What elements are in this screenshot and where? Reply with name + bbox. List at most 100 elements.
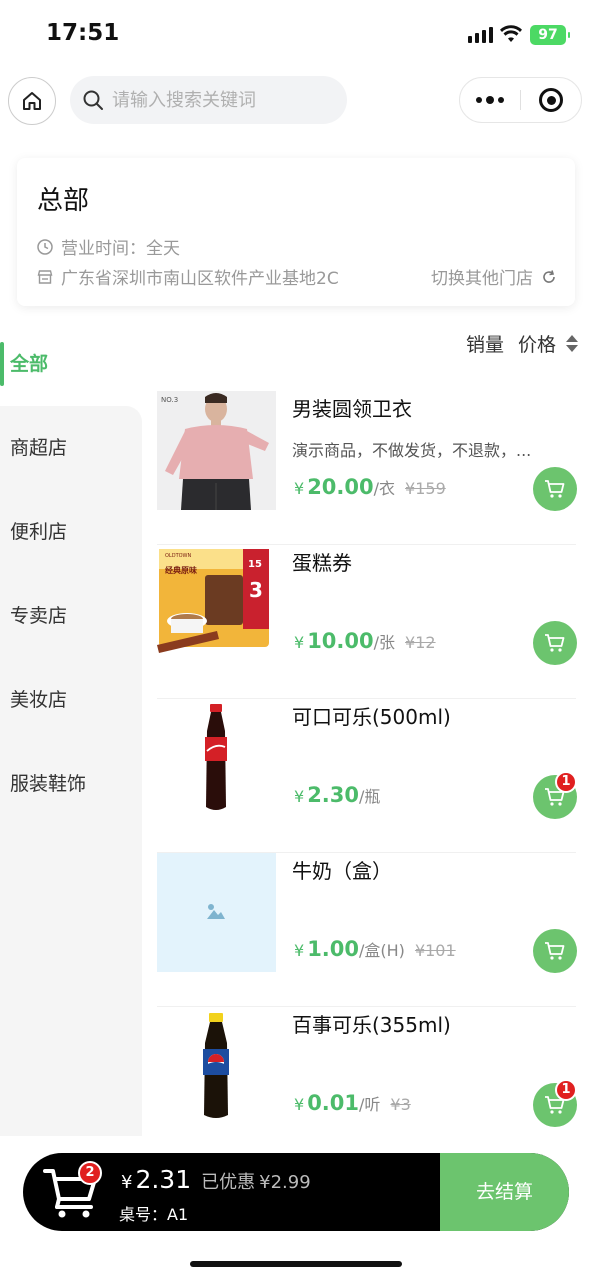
product-description: 演示商品，不做发货，不退款，... (292, 441, 532, 460)
currency-symbol: ¥ (294, 479, 305, 498)
add-to-cart-button[interactable] (533, 929, 577, 973)
store-icon (37, 269, 53, 284)
product-price: 1.00 (307, 937, 360, 961)
sort-arrows-icon[interactable] (566, 335, 578, 352)
store-hours-row: 营业时间：全天 (37, 234, 180, 259)
product-name: 可口可乐(500ml) (292, 705, 451, 729)
switch-store-label: 切换其他门店 (431, 269, 533, 289)
currency-symbol: ¥ (294, 633, 305, 652)
currency-symbol: ¥ (294, 787, 305, 806)
product-price-row: ¥ 10.00 /张 ¥12 (294, 629, 436, 653)
product-image-pepsi[interactable] (157, 1007, 276, 1126)
search-input[interactable] (112, 89, 332, 111)
top-nav (0, 72, 592, 128)
product-name: 男装圆领卫衣 (292, 397, 412, 421)
cart-count-badge: 1 (555, 771, 577, 793)
product-price: 20.00 (307, 475, 374, 499)
status-time: 17:51 (46, 20, 120, 46)
product-item[interactable]: OLDTOWN 经典原味 15 3 蛋糕券 ¥ 10.00 /张 ¥12 (157, 545, 577, 699)
product-image-placeholder[interactable] (157, 853, 276, 972)
home-icon (23, 92, 41, 110)
store-info-card: 总部 营业时间：全天 广东省深圳市南山区软件产业基地2C 切换其他门店 (17, 158, 575, 306)
sort-bar: 销量 价格 (466, 330, 578, 357)
category-item-convenience[interactable]: 便利店 (0, 490, 142, 574)
add-to-cart-button[interactable] (533, 467, 577, 511)
coffee-brand: OLDTOWN (165, 553, 192, 559)
product-price-row: ¥ 20.00 /衣 ¥159 (294, 475, 446, 499)
product-original-price: ¥101 (414, 941, 456, 960)
product-image-coffee[interactable]: OLDTOWN 经典原味 15 3 (157, 545, 276, 664)
category-item-apparel[interactable]: 服装鞋饰 (0, 742, 142, 826)
product-name: 蛋糕券 (292, 551, 352, 575)
svg-text:NO.3: NO.3 (161, 396, 178, 404)
discount-label: 已优惠 (201, 1172, 256, 1193)
product-price-row: ¥ 1.00 /盒(H) ¥101 (294, 937, 456, 961)
product-name: 百事可乐(355ml) (292, 1013, 451, 1037)
home-button[interactable] (8, 77, 56, 125)
close-target-icon (539, 88, 563, 112)
product-original-price: ¥12 (405, 633, 436, 652)
product-price-row: ¥ 0.01 /听 ¥3 (294, 1091, 411, 1115)
wifi-icon (500, 25, 522, 42)
miniprogram-capsule (459, 77, 582, 123)
coffee-pack-title: 经典原味 (165, 565, 197, 575)
cart-bar: 2 ¥ 2.31 已优惠 ¥2.99 桌号：A1 去结算 (23, 1153, 569, 1231)
category-item-supermarket[interactable]: 商超店 (0, 406, 142, 490)
product-item[interactable]: 百事可乐(355ml) ¥ 0.01 /听 ¥3 1 (157, 1007, 577, 1161)
cart-total-count-badge: 2 (78, 1161, 102, 1185)
currency-symbol: ¥ (294, 1095, 305, 1114)
product-price: 0.01 (307, 1091, 360, 1115)
product-item[interactable]: 牛奶（盒） ¥ 1.00 /盒(H) ¥101 (157, 853, 577, 1007)
add-to-cart-button[interactable] (533, 621, 577, 665)
product-price: 10.00 (307, 629, 374, 653)
category-item-specialty[interactable]: 专卖店 (0, 574, 142, 658)
coffee-pack-count: 15 (248, 559, 262, 570)
switch-store-button[interactable]: 切换其他门店 (431, 264, 557, 289)
search-icon (83, 90, 103, 110)
sort-by-price[interactable]: 价格 (518, 330, 556, 357)
cart-total-row: ¥ 2.31 已优惠 ¥2.99 (121, 1165, 311, 1194)
currency-symbol: ¥ (294, 941, 305, 960)
status-bar: 17:51 97 (0, 0, 592, 70)
battery-indicator: 97 (530, 25, 570, 45)
refresh-icon (543, 269, 555, 283)
product-name: 牛奶（盒） (292, 859, 392, 883)
clock-icon (37, 238, 53, 255)
discount-amount: ¥2.99 (259, 1172, 311, 1193)
cart-icon (545, 480, 565, 498)
product-image-cola[interactable] (157, 699, 276, 818)
store-address-row: 广东省深圳市南山区软件产业基地2C (37, 264, 339, 289)
more-menu-button[interactable] (460, 95, 520, 104)
checkout-button[interactable]: 去结算 (440, 1153, 569, 1231)
product-unit: /衣 (373, 479, 396, 498)
store-name: 总部 (37, 186, 90, 216)
product-price: 2.30 (307, 783, 360, 807)
product-unit: /张 (373, 633, 396, 652)
category-item-all[interactable]: 全部 (0, 322, 142, 406)
cart-count-badge: 1 (555, 1079, 577, 1101)
category-item-beauty[interactable]: 美妆店 (0, 658, 142, 742)
cart-icon (545, 634, 565, 652)
table-number: 桌号：A1 (119, 1205, 189, 1224)
store-address: 广东省深圳市南山区软件产业基地2C (61, 269, 339, 289)
home-indicator (190, 1261, 402, 1267)
product-item[interactable]: 可口可乐(500ml) ¥ 2.30 /瓶 1 (157, 699, 577, 853)
product-image-sweatshirt[interactable]: NO.3 (157, 391, 276, 510)
product-unit: /听 (359, 1095, 381, 1114)
cart-total-amount: 2.31 (135, 1165, 192, 1194)
product-original-price: ¥3 (390, 1095, 411, 1114)
product-price-row: ¥ 2.30 /瓶 (294, 783, 380, 807)
product-item[interactable]: NO.3 男装圆领卫衣 演示商品，不做发货，不退款，... ¥ 20.00 /衣… (157, 391, 577, 545)
product-unit: /瓶 (359, 787, 381, 806)
cart-icon (545, 942, 565, 960)
currency-symbol: ¥ (121, 1172, 133, 1193)
sort-by-sales[interactable]: 销量 (466, 330, 504, 357)
coffee-pack-bonus: 3 (249, 578, 263, 602)
search-bar[interactable] (70, 76, 347, 124)
close-button[interactable] (521, 88, 581, 112)
cellular-signal-icon (468, 27, 493, 43)
category-sidebar: 全部 商超店 便利店 专卖店 美妆店 服装鞋饰 (0, 322, 142, 1136)
product-unit: /盒(H) (359, 941, 405, 960)
product-original-price: ¥159 (405, 479, 446, 498)
store-hours: 营业时间：全天 (61, 239, 180, 259)
